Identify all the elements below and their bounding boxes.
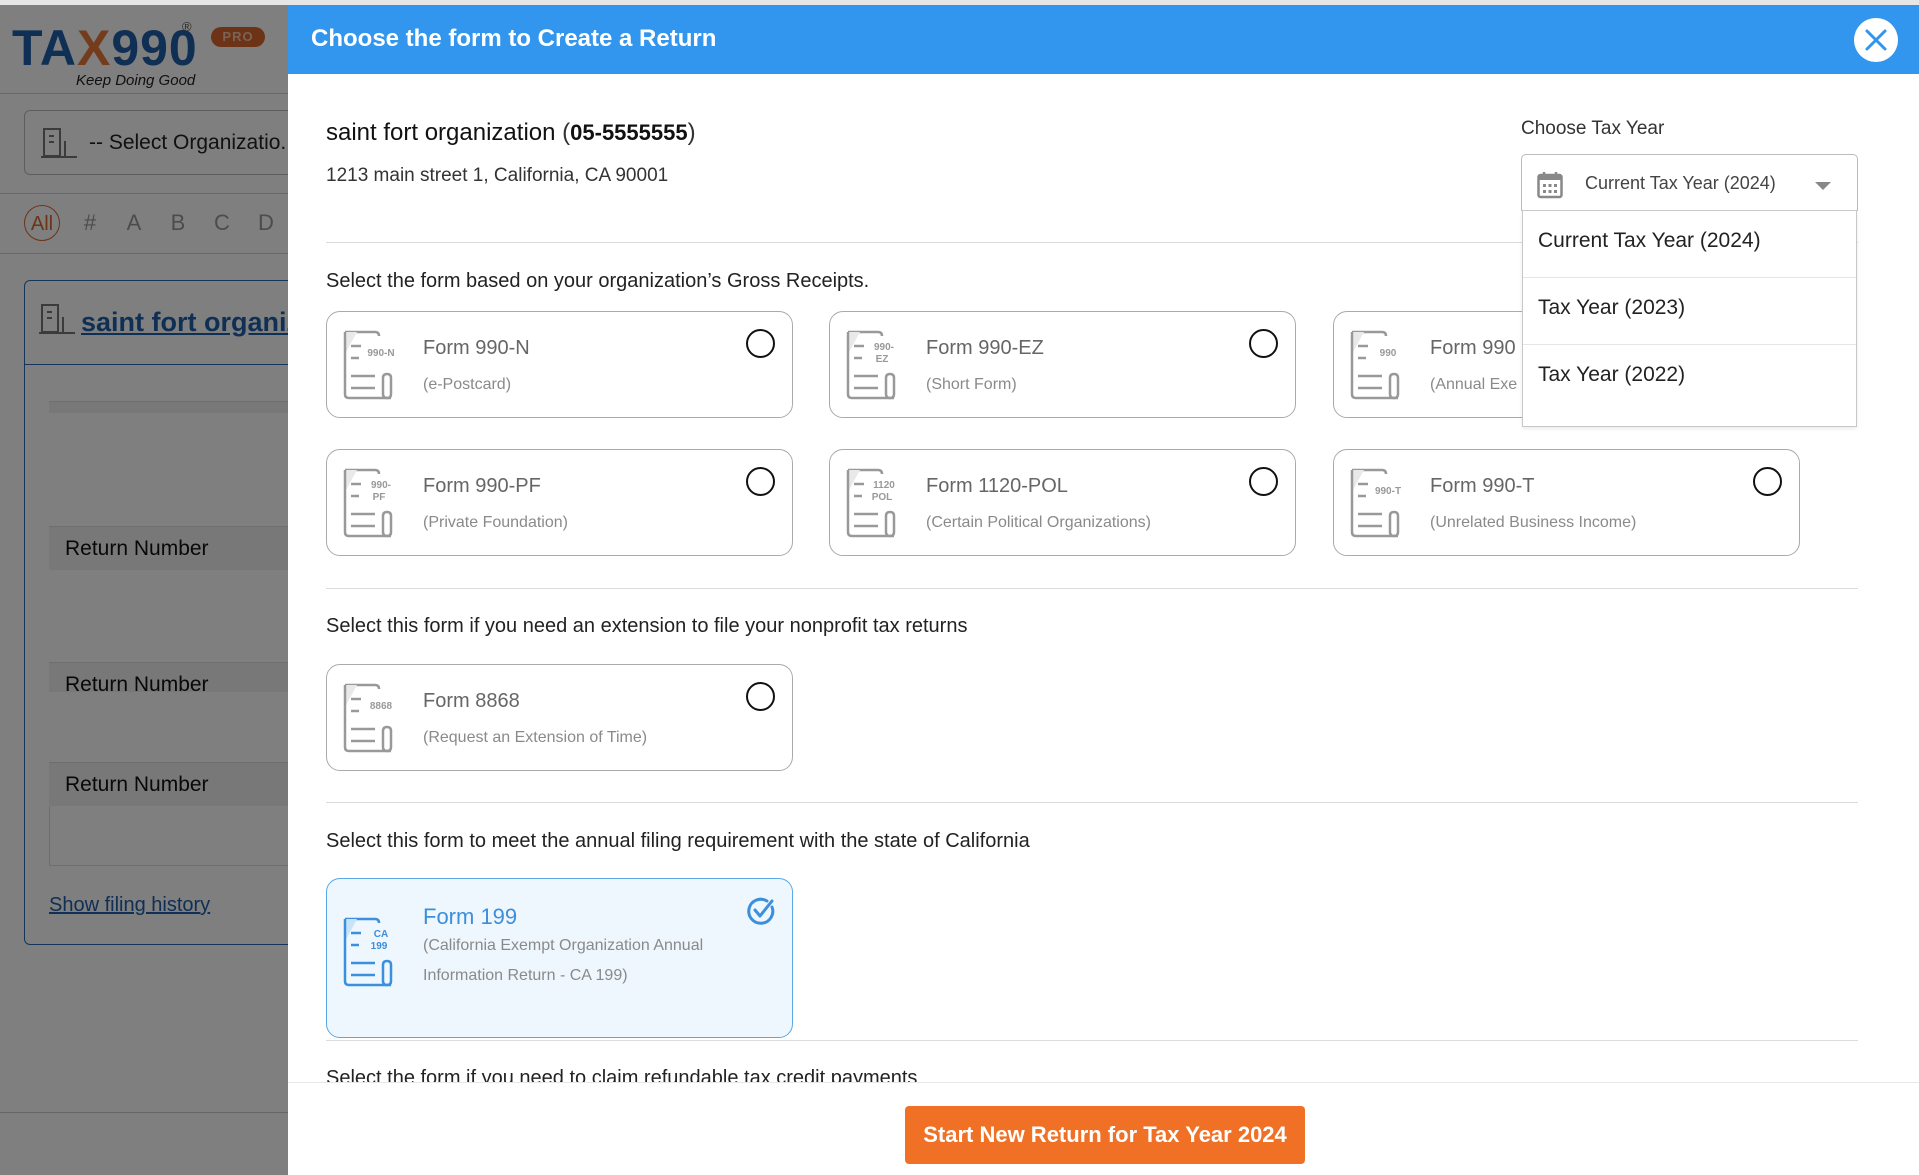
start-new-return-button[interactable]: Start New Return for Tax Year 2024	[905, 1106, 1305, 1164]
form-description: (California Exempt Organization Annual I…	[423, 937, 704, 984]
form-document-icon: 990-PF	[343, 468, 393, 538]
svg-text:990-N: 990-N	[367, 348, 394, 359]
radio-button[interactable]	[746, 467, 775, 496]
form-document-icon: 1120POL	[846, 468, 895, 538]
modal-footer: Start New Return for Tax Year 2024	[288, 1082, 1919, 1175]
form-description: (Unrelated Business Income)	[1430, 514, 1637, 531]
organization-name: saint fort organization	[326, 119, 556, 146]
radio-button[interactable]	[746, 682, 775, 711]
form-document-icon: 990	[1350, 330, 1400, 400]
form-card[interactable]: 990-T Form 990-T (Unrelated Business Inc…	[1333, 449, 1800, 556]
form-card[interactable]: 990-N Form 990-N (e-Postcard)	[326, 311, 793, 418]
svg-text:990-: 990-	[371, 480, 391, 491]
form-description: (e-Postcard)	[423, 376, 512, 393]
section-label-extension: Select this form if you need an extensio…	[326, 615, 968, 637]
svg-text:1120: 1120	[873, 480, 895, 491]
divider	[326, 1040, 1858, 1041]
svg-text:CA: CA	[374, 929, 388, 940]
tax-year-label: Choose Tax Year	[1521, 118, 1665, 139]
svg-text:POL: POL	[872, 492, 893, 503]
form-card[interactable]: 990- EZ Form 990-EZ (Short Form)	[829, 311, 1296, 418]
form-card[interactable]: 990- PF Form 990-PF (Private Foundation)	[326, 449, 793, 556]
form-description: (Annual Exe	[1430, 376, 1518, 393]
form-document-icon: 990-T	[1350, 468, 1401, 538]
form-document-icon: 990-EZ	[846, 330, 896, 400]
form-card[interactable]: 1120 POL Form 1120-POL (Certain Political…	[829, 449, 1296, 556]
svg-text:PF: PF	[373, 492, 386, 503]
radio-button[interactable]	[746, 329, 775, 358]
tax-year-select[interactable]: Current Tax Year (2024)	[1521, 154, 1858, 211]
choose-form-modal: Choose the form to Create a Return saint…	[288, 5, 1919, 1175]
form-name: Form 990-PF	[423, 475, 541, 497]
form-document-icon: 8868	[343, 683, 393, 753]
form-document-icon: CA199	[343, 917, 393, 987]
svg-text:EZ: EZ	[876, 354, 889, 365]
radio-button[interactable]	[1753, 467, 1782, 496]
modal-header: Choose the form to Create a Return	[288, 5, 1919, 74]
svg-text:990-T: 990-T	[1375, 486, 1401, 497]
modal-title: Choose the form to Create a Return	[311, 25, 717, 52]
organization-address: 1213 main street 1, California, CA 90001	[326, 165, 669, 186]
form-name: Form 8868	[423, 690, 520, 712]
form-description: (Short Form)	[926, 376, 1017, 393]
form-name: Form 990	[1430, 337, 1516, 359]
divider	[326, 802, 1858, 803]
close-icon	[1865, 29, 1887, 51]
form-name: Form 199	[423, 904, 518, 929]
form-card[interactable]: 8868 Form 8868 (Request an Extension of …	[326, 664, 793, 771]
tax-year-selected-value: Current Tax Year (2024)	[1585, 173, 1776, 193]
tax-year-option[interactable]: Current Tax Year (2024)	[1523, 211, 1856, 278]
modal-body: saint fort organization (05-5555555) 121…	[288, 74, 1868, 1082]
svg-text:8868: 8868	[370, 701, 393, 712]
form-name: Form 1120-POL	[926, 475, 1068, 497]
form-description: (Private Foundation)	[423, 514, 568, 531]
radio-button[interactable]	[1249, 467, 1278, 496]
form-name: Form 990-N	[423, 337, 530, 359]
section-label-california: Select this form to meet the annual fili…	[326, 830, 1030, 852]
form-document-icon: 990-N	[343, 330, 395, 400]
tax-year-option[interactable]: Tax Year (2023)	[1523, 278, 1856, 345]
form-name: Form 990-EZ	[926, 337, 1044, 359]
tax-year-options: Current Tax Year (2024) Tax Year (2023) …	[1522, 210, 1857, 427]
form-description: (Certain Political Organizations)	[926, 514, 1151, 531]
form-name: Form 990-T	[1430, 475, 1535, 497]
divider	[326, 588, 1858, 589]
chevron-down-icon	[1815, 182, 1831, 190]
form-card[interactable]: CA 199 Form 199 (California Exempt Organi…	[326, 878, 793, 1038]
close-button[interactable]	[1854, 18, 1898, 62]
organization-title: saint fort organization (05-5555555)	[326, 119, 696, 146]
svg-text:199: 199	[371, 941, 388, 952]
tax-year-option[interactable]: Tax Year (2022)	[1523, 345, 1856, 412]
svg-text:990-: 990-	[874, 342, 894, 353]
section-label-refundable-credit: Select the form if you need to claim ref…	[326, 1067, 918, 1082]
section-label-gross-receipts: Select the form based on your organizati…	[326, 270, 870, 292]
check-circle-icon[interactable]	[745, 895, 777, 927]
calendar-icon	[1537, 172, 1563, 199]
form-description: (Request an Extension of Time)	[423, 729, 648, 746]
radio-button[interactable]	[1249, 329, 1278, 358]
organization-ein: 05-5555555	[570, 120, 688, 145]
svg-text:990: 990	[1380, 348, 1397, 359]
